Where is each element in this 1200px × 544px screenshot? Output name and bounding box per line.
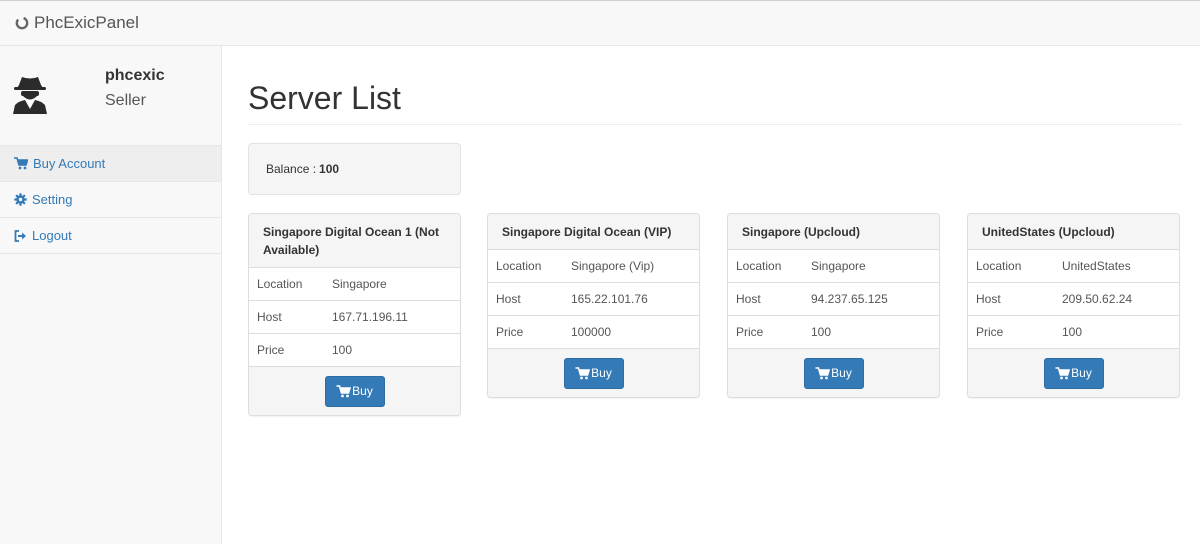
host-value: 94.237.65.125 [811,292,888,306]
cart-icon [575,366,591,380]
brand-name: PhcExicPanel [34,13,139,32]
server-card: Singapore Digital Ocean 1 (Not Available… [248,213,461,416]
server-card-footer: Buy [728,349,939,397]
cart-icon [815,366,831,380]
host-value: 167.71.196.11 [332,310,408,324]
brand-link[interactable]: PhcExicPanel [14,13,139,33]
price-value: 100 [332,343,353,357]
sidebar-item-buy-account[interactable]: Buy Account [0,146,221,182]
price-row: Price 100000 [488,316,699,349]
price-row: Price 100 [728,316,939,349]
server-name: Singapore (Upcloud) [728,214,939,250]
sidebar-item-label: Setting [32,192,73,207]
location-label: Location [976,259,1022,273]
host-label: Host [976,292,1001,306]
sidebar-item-label: Logout [32,228,72,243]
buy-button[interactable]: Buy [1043,357,1104,389]
buy-button-label: Buy [831,366,852,380]
host-row: Host 94.237.65.125 [728,283,939,316]
sidebar-item-setting[interactable]: Setting [0,182,221,218]
brand-logo-icon [14,15,30,31]
buy-button-label: Buy [352,384,373,398]
balance-value: 100 [319,162,340,176]
location-row: Location Singapore (Vip) [488,250,699,283]
buy-button[interactable]: Buy [324,375,385,407]
host-label: Host [736,292,761,306]
price-value: 100 [811,325,832,339]
server-name: Singapore Digital Ocean 1 (Not Available… [249,214,460,268]
server-card: Singapore (Upcloud) Location Singapore Ho… [727,213,940,398]
server-card-footer: Buy [249,367,460,415]
price-row: Price 100 [968,316,1179,349]
price-label: Price [736,325,764,339]
page-title: Server List [248,80,401,116]
price-label: Price [257,343,285,357]
server-card: UnitedStates (Upcloud) Location UnitedSta… [967,213,1180,398]
cart-icon [1055,366,1071,380]
user-name: phcexic [105,67,165,84]
user-role: Seller [105,92,146,109]
sidebar-item-logout[interactable]: Logout [0,218,221,254]
server-card-footer: Buy [488,349,699,397]
balance-box: Balance : 100 [248,143,461,195]
location-value: Singapore [811,259,866,273]
cart-icon [336,384,352,398]
host-row: Host 165.22.101.76 [488,283,699,316]
top-navbar: PhcExicPanel [0,0,1200,46]
host-row: Host 209.50.62.24 [968,283,1179,316]
buy-button-label: Buy [591,366,612,380]
host-value: 209.50.62.24 [1062,292,1133,306]
logout-icon [14,229,27,242]
location-label: Location [736,259,782,273]
location-row: Location UnitedStates [968,250,1179,283]
host-row: Host 167.71.196.11 [249,301,460,334]
server-name: UnitedStates (Upcloud) [968,214,1179,250]
user-profile: phcexic Seller [0,46,221,146]
price-label: Price [496,325,524,339]
price-row: Price 100 [249,334,460,367]
host-value: 165.22.101.76 [571,292,648,306]
balance-label: Balance : [266,162,317,176]
location-row: Location Singapore [249,268,460,301]
title-divider [248,124,1182,125]
host-label: Host [496,292,521,306]
price-value: 100000 [571,325,612,339]
buy-button[interactable]: Buy [563,357,624,389]
spy-avatar-icon [11,74,49,114]
location-value: UnitedStates [1062,259,1131,273]
gear-icon [14,193,27,206]
price-value: 100 [1062,325,1083,339]
location-value: Singapore (Vip) [571,259,655,273]
location-value: Singapore [332,277,387,291]
sidebar: phcexic Seller Buy Account Setting Logou… [0,46,222,544]
buy-button[interactable]: Buy [803,357,864,389]
cart-icon [14,157,28,170]
server-card-footer: Buy [968,349,1179,397]
host-label: Host [257,310,282,324]
server-card: Singapore Digital Ocean (VIP) Location Si… [487,213,700,398]
location-label: Location [496,259,542,273]
location-row: Location Singapore [728,250,939,283]
location-label: Location [257,277,303,291]
sidebar-item-label: Buy Account [33,156,106,171]
buy-button-label: Buy [1071,366,1092,380]
server-name: Singapore Digital Ocean (VIP) [488,214,699,250]
price-label: Price [976,325,1004,339]
